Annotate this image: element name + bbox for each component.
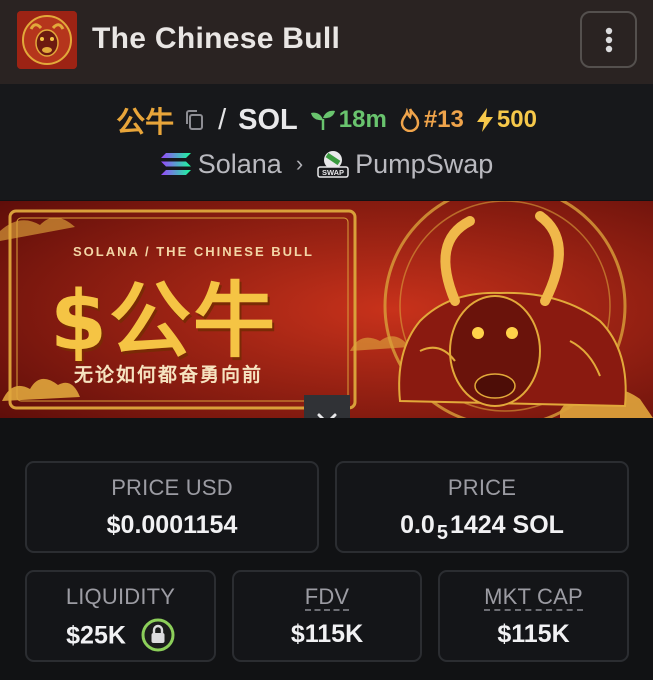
boost-badge[interactable]: 500 [476, 106, 537, 134]
chain-name[interactable]: Solana [198, 149, 282, 180]
trending-rank-badge: #13 [399, 106, 464, 134]
price-sol-digits: 1424 [449, 511, 506, 539]
banner-ticker: $公牛 [50, 274, 278, 369]
price-sol-unit: SOL [512, 511, 564, 539]
kebab-menu-icon [605, 27, 612, 52]
lightning-icon [476, 108, 493, 132]
top-bar: The Chinese Bull [0, 0, 653, 84]
chain-breadcrumb: Solana › SWAP PumpSwap [0, 146, 653, 182]
price-usd-value: $0.0001154 [106, 511, 238, 539]
fdv-label[interactable]: FDV [304, 585, 350, 611]
trending-rank-text: #13 [423, 106, 464, 133]
base-token-symbol: 公牛 [116, 105, 175, 139]
flame-icon [400, 108, 420, 132]
more-menu-button[interactable] [580, 11, 637, 68]
price-sol-label: PRICE [447, 475, 517, 500]
pair-row: 公牛 / SOL 18m #13 500 [0, 100, 653, 140]
seedling-icon [310, 110, 335, 130]
chevron-right-icon: › [295, 151, 304, 176]
price-sol-card: PRICE 0.0 51424 SOL [335, 461, 629, 553]
solana-icon [160, 153, 191, 175]
boost-count-text: 500 [496, 106, 537, 133]
liquidity-card: LIQUIDITY $25K [25, 570, 216, 662]
liquidity-value: $25K [66, 621, 126, 650]
token-avatar [17, 11, 77, 69]
price-sol-zero-count: 5 [436, 522, 448, 544]
price-sol-value: 0.0 51424 SOL [337, 511, 627, 544]
dex-name[interactable]: PumpSwap [355, 149, 493, 180]
pair-separator: / [218, 103, 227, 136]
price-usd-card: PRICE USD $0.0001154 [25, 461, 319, 553]
dex-badge-text: SWAP [322, 168, 344, 177]
copy-icon[interactable] [182, 108, 206, 132]
price-sol-prefix: 0.0 [400, 511, 435, 539]
mkt-cap-label[interactable]: MKT CAP [484, 585, 583, 611]
liquidity-value-row: $25K [27, 618, 214, 654]
mkt-cap-card: MKT CAP $115K [438, 570, 629, 662]
mkt-cap-value: $115K [497, 620, 570, 648]
quote-token-symbol: SOL [238, 103, 298, 136]
pumpswap-icon: SWAP [317, 151, 349, 178]
app-title: The Chinese Bull [92, 22, 341, 55]
lock-icon[interactable] [141, 618, 175, 652]
pair-age-text: 18m [338, 106, 387, 133]
fdv-value: $115K [290, 620, 364, 648]
fdv-card: FDV $115K [232, 570, 422, 662]
price-usd-label: PRICE USD [111, 475, 233, 500]
banner-slogan: 无论如何都奋勇向前 [74, 364, 264, 386]
liquidity-label: LIQUIDITY [65, 584, 176, 609]
pair-age-badge: 18m [310, 106, 387, 134]
